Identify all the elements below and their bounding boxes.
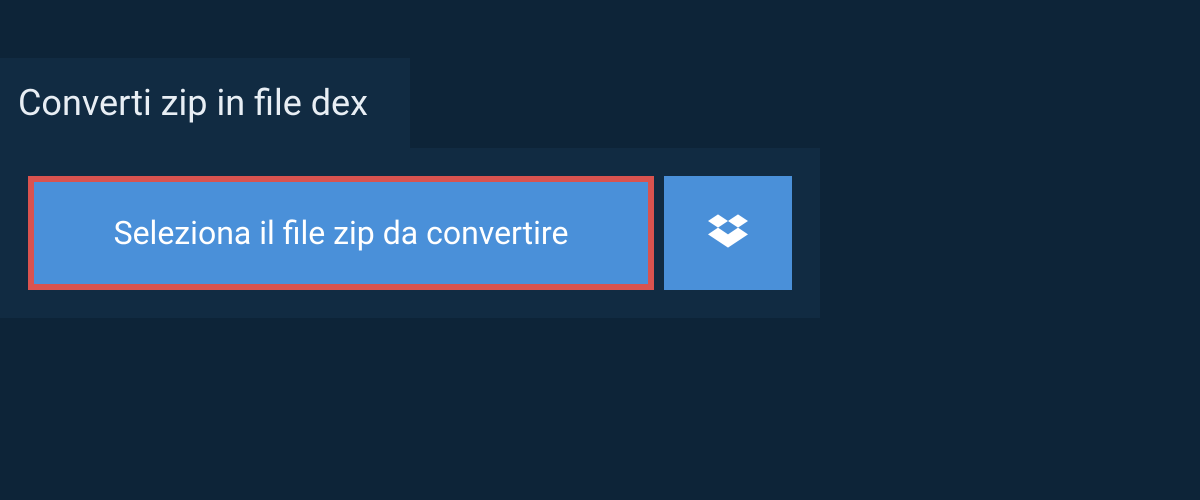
dropbox-button[interactable] — [664, 176, 792, 290]
file-select-panel: Seleziona il file zip da convertire — [0, 148, 820, 318]
tab-header: Converti zip in file dex — [0, 58, 410, 148]
select-file-label: Seleziona il file zip da convertire — [114, 214, 569, 252]
tab-title: Converti zip in file dex — [18, 82, 368, 124]
select-file-button[interactable]: Seleziona il file zip da convertire — [28, 176, 654, 290]
dropbox-icon — [708, 211, 748, 255]
